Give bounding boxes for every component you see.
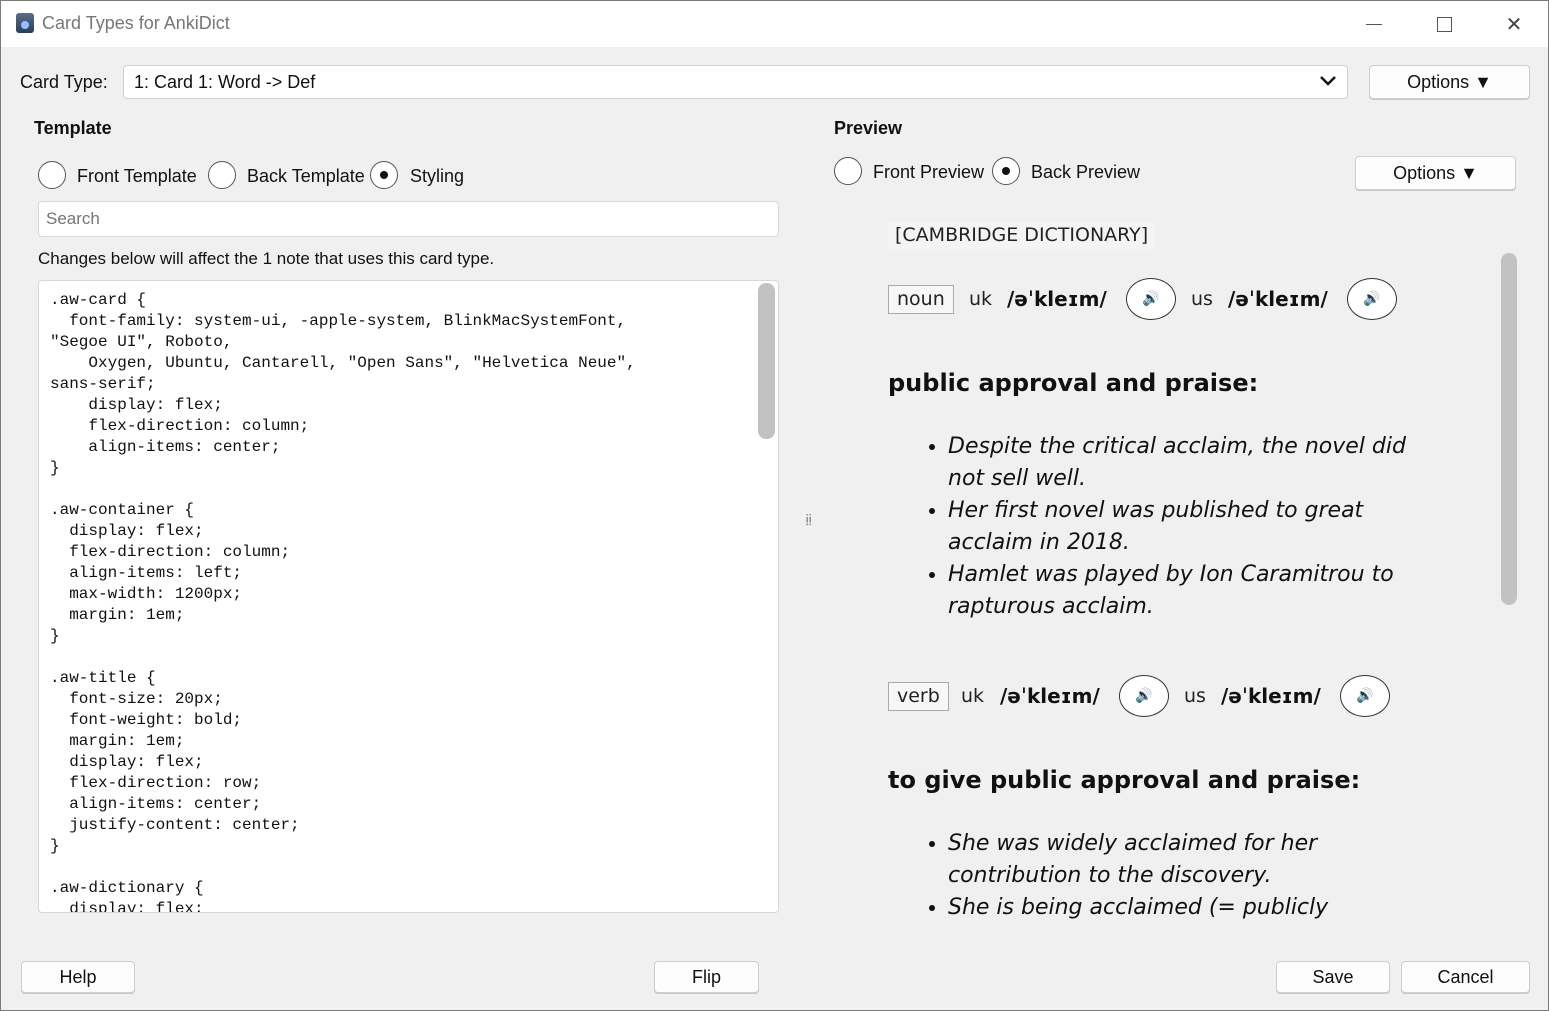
styling-editor[interactable]: .aw-card { font-family: system-ui, -appl… xyxy=(38,280,779,913)
uk-audio-button[interactable]: 🔊 xyxy=(1126,278,1176,320)
css-code[interactable]: .aw-card { font-family: system-ui, -appl… xyxy=(50,290,750,912)
back-template-radio[interactable] xyxy=(208,161,236,189)
help-button[interactable]: Help xyxy=(21,961,135,993)
minimize-button[interactable] xyxy=(1339,1,1409,47)
flip-button[interactable]: Flip xyxy=(654,961,759,993)
example-item: Hamlet was played by Ion Caramitrou to r… xyxy=(948,559,1442,623)
example-item: Despite the critical acclaim, the novel … xyxy=(948,431,1442,495)
us-audio-button[interactable]: 🔊 xyxy=(1340,675,1390,717)
speaker-icon: 🔊 xyxy=(1356,688,1374,704)
front-preview-label[interactable]: Front Preview xyxy=(873,162,984,183)
speaker-icon: 🔊 xyxy=(1142,291,1160,307)
example-item: She is being acclaimed (= publicly recog… xyxy=(948,892,1442,923)
minimize-icon xyxy=(1366,23,1382,25)
close-icon: ✕ xyxy=(1505,13,1523,36)
preview-scrollbar[interactable] xyxy=(1501,253,1517,605)
search-input[interactable] xyxy=(38,201,779,237)
example-list: She was widely acclaimed for her contrib… xyxy=(922,828,1442,923)
pos-badge: noun xyxy=(888,285,954,314)
card-type-selected: 1: Card 1: Word -> Def xyxy=(134,72,316,92)
front-template-radio[interactable] xyxy=(38,161,66,189)
template-section-title: Template xyxy=(34,118,112,138)
speaker-icon: 🔊 xyxy=(1135,688,1153,704)
styling-radio[interactable] xyxy=(370,161,398,189)
front-preview-radio[interactable] xyxy=(834,157,862,185)
speaker-icon: 🔊 xyxy=(1363,291,1381,307)
chevron-down-icon xyxy=(1317,70,1339,98)
us-audio-button[interactable]: 🔊 xyxy=(1347,278,1397,320)
save-button[interactable]: Save xyxy=(1276,961,1390,993)
uk-audio-button[interactable]: 🔊 xyxy=(1119,675,1169,717)
back-preview-label[interactable]: Back Preview xyxy=(1031,162,1140,183)
cancel-button[interactable]: Cancel xyxy=(1401,961,1530,993)
us-label: us xyxy=(1184,685,1206,707)
change-notice: Changes below will affect the 1 note tha… xyxy=(38,249,495,268)
maximize-icon xyxy=(1436,16,1452,32)
splitter-handle[interactable]: ⠿ ⠿ xyxy=(805,515,813,538)
card-type-select[interactable]: 1: Card 1: Word -> Def xyxy=(123,65,1348,99)
card-preview: [CAMBRIDGE DICTIONARY] noun uk /əˈkleɪm/… xyxy=(834,201,1524,923)
example-item: Her first novel was published to great a… xyxy=(948,495,1442,559)
us-pronunciation: /əˈkleɪm/ xyxy=(1221,684,1321,708)
pos-badge: verb xyxy=(888,682,949,711)
uk-label: uk xyxy=(961,685,985,707)
uk-pronunciation: /əˈkleɪm/ xyxy=(1000,684,1100,708)
sense-definition: public approval and praise: xyxy=(888,369,1259,397)
uk-pronunciation: /əˈkleɪm/ xyxy=(1007,287,1107,311)
example-list: Despite the critical acclaim, the novel … xyxy=(922,431,1442,623)
front-template-label[interactable]: Front Template xyxy=(77,166,197,187)
maximize-button[interactable] xyxy=(1409,1,1479,47)
card-type-options-button[interactable]: Options ▼ xyxy=(1369,65,1530,99)
us-label: us xyxy=(1191,288,1213,310)
card-type-label: Card Type: xyxy=(20,72,108,92)
close-button[interactable]: ✕ xyxy=(1479,1,1549,47)
sense-definition: to give public approval and praise: xyxy=(888,766,1361,794)
preview-options-button[interactable]: Options ▼ xyxy=(1355,156,1516,190)
editor-scrollbar[interactable] xyxy=(758,283,775,439)
dictionary-tag: [CAMBRIDGE DICTIONARY] xyxy=(888,222,1156,249)
window-title: Card Types for AnkiDict xyxy=(42,13,230,33)
title-bar: Card Types for AnkiDict ✕ xyxy=(1,1,1548,47)
preview-section-title: Preview xyxy=(834,118,903,138)
us-pronunciation: /əˈkleɪm/ xyxy=(1228,287,1328,311)
example-item: She was widely acclaimed for her contrib… xyxy=(948,828,1442,892)
uk-label: uk xyxy=(969,288,993,310)
app-icon xyxy=(16,13,34,33)
back-preview-radio[interactable] xyxy=(992,157,1020,185)
styling-label[interactable]: Styling xyxy=(410,166,464,187)
card-types-window: Card Types for AnkiDict ✕ Card Type: 1: … xyxy=(0,0,1549,1011)
back-template-label[interactable]: Back Template xyxy=(247,166,365,187)
